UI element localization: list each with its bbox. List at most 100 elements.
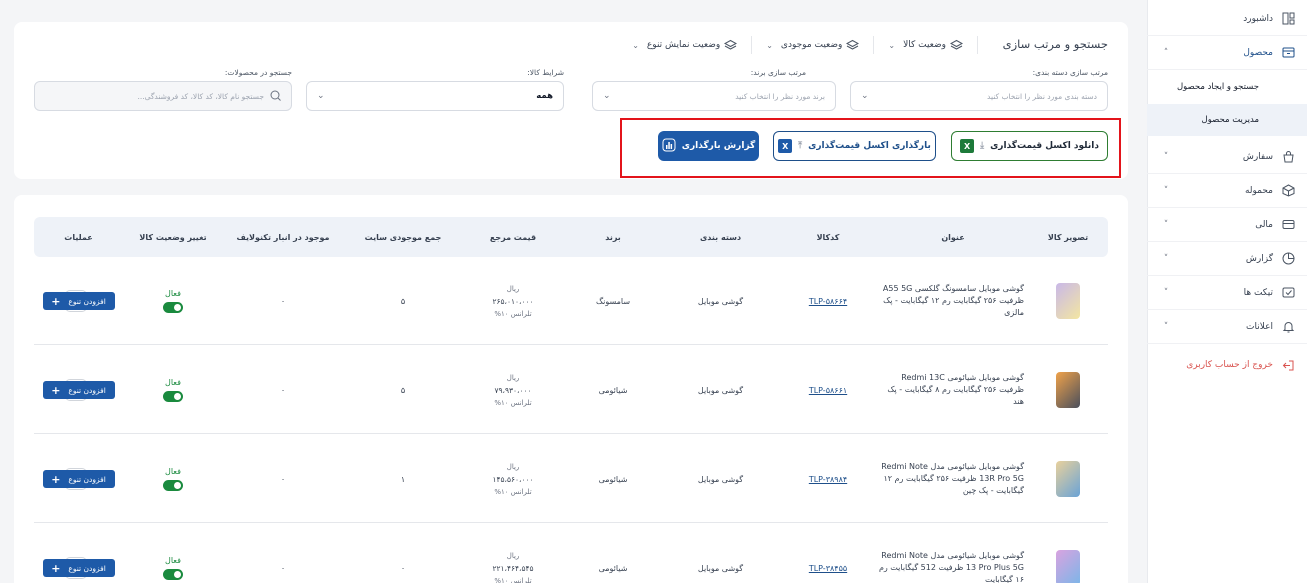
brand-cell: شیائومی <box>563 435 663 523</box>
sidebar-item-product[interactable]: محصول ˄ <box>1147 36 1307 70</box>
chevron-down-icon: ⌄ <box>888 40 896 50</box>
tab-stock-status[interactable]: وضعیت موجودی ⌄ <box>752 36 875 54</box>
brand-cell: سامسونگ <box>563 257 663 345</box>
site-stock-value: ۵ <box>400 296 406 306</box>
filter-tabs: وضعیت کالا ⌄ وضعیت موجودی ⌄ وضعیت نمایش … <box>618 36 978 54</box>
sidebar-item-label: محموله <box>1244 185 1273 196</box>
sidebar-item-notifications[interactable]: اعلانات ˅ <box>1147 310 1307 344</box>
sidebar-item-label: تیکت ها <box>1243 287 1273 298</box>
product-code-link[interactable]: TLP-۳۸۴۵۵ <box>778 524 878 583</box>
chevron-down-icon: ˅ <box>1163 219 1169 230</box>
category-text: گوشی موبایل <box>697 385 744 395</box>
add-variant-button[interactable]: افزودن تنوع + <box>42 559 115 577</box>
product-image <box>1056 283 1080 319</box>
plus-icon: + <box>51 383 61 397</box>
category-label: مرتب سازی دسته بندی: <box>1032 68 1108 77</box>
package-icon <box>1281 184 1295 198</box>
status-cell: فعال <box>123 346 223 434</box>
product-code-link[interactable]: TLP-۵۸۶۶۴ <box>778 257 878 345</box>
brand-text: شیائومی <box>598 385 628 395</box>
condition-select[interactable]: همه ⌄ <box>306 81 564 111</box>
sidebar-item-logout[interactable]: خروج از حساب کاربری <box>1147 348 1307 382</box>
search-placeholder: جستجو نام کالا، کد کالا، کد فروشندگی... <box>137 91 264 101</box>
bell-icon <box>1281 320 1295 334</box>
dashboard-icon <box>1281 12 1295 26</box>
sidebar-sub-manage-product[interactable]: مدیریت محصول <box>1147 104 1307 136</box>
table-row: ⌄ گوشی موبایل شیائومی مدل Redmi Note 13R… <box>34 435 1108 523</box>
status-toggle[interactable] <box>163 569 183 580</box>
header-price: قیمت مرجع <box>489 232 537 242</box>
status-toggle[interactable] <box>163 391 183 402</box>
title-cell: گوشی موبایل شیائومی مدل Redmi Note 13R P… <box>878 435 1028 523</box>
sidebar-sub-search-create[interactable]: جستجو و ایجاد محصول <box>1147 71 1307 103</box>
chevron-down-icon: ˅ <box>1163 287 1169 298</box>
warehouse-cell: ۰ <box>223 346 343 434</box>
product-title: گوشی موبایل شیائومی مدل Redmi Note 13R P… <box>881 462 1024 495</box>
category-cell: گوشی موبایل <box>663 346 778 434</box>
site-stock-value: ۵ <box>400 385 406 395</box>
add-variant-label: افزودن تنوع <box>68 385 106 395</box>
add-variant-button[interactable]: افزودن تنوع + <box>42 470 115 488</box>
highlight-box <box>620 118 1121 178</box>
box-icon <box>1281 46 1295 60</box>
plus-icon: + <box>51 294 61 308</box>
search-label: جستجو در محصولات: <box>224 68 292 77</box>
title-cell: گوشی موبایل سامسونگ گلکسی A55 5G ظرفیت ۲… <box>878 257 1028 345</box>
site-stock-cell: ۰ <box>343 524 463 583</box>
product-code-link[interactable]: TLP-۵۸۶۶۱ <box>778 346 878 434</box>
status-block: فعال <box>163 289 183 313</box>
title-cell: گوشی موبایل شیائومی Redmi 13C ظرفیت ۲۵۶ … <box>878 346 1028 434</box>
status-cell: فعال <box>123 257 223 345</box>
status-label: فعال <box>165 378 181 387</box>
category-text: گوشی موبایل <box>697 296 744 306</box>
price-block: ریال ۲۲۱،۴۶۴،۵۴۵ تلرانس ۱۰% <box>492 552 533 583</box>
price-block: ریال ۱۴۵،۵۶۰،۰۰۰ تلرانس ۱۰% <box>492 463 533 496</box>
add-variant-button[interactable]: افزودن تنوع + <box>42 292 115 310</box>
warehouse-cell: ۰ <box>223 524 343 583</box>
site-stock-cell: ۵ <box>343 257 463 345</box>
tab-label: وضعیت کالا <box>903 40 946 50</box>
sidebar-item-finance[interactable]: مالی ˅ <box>1147 208 1307 242</box>
chevron-down-icon: ⌄ <box>766 40 773 50</box>
status-toggle[interactable] <box>163 302 183 313</box>
currency-label: ریال <box>506 551 520 560</box>
sidebar-item-order[interactable]: سفارش ˅ <box>1147 140 1307 174</box>
category-cell: گوشی موبایل <box>663 435 778 523</box>
brand-select[interactable]: برند مورد نظر را انتخاب کنید ⌄ <box>592 81 836 111</box>
status-toggle[interactable] <box>163 480 183 491</box>
category-cell: گوشی موبایل <box>663 524 778 583</box>
sidebar-item-dashboard[interactable]: داشبورد <box>1147 2 1307 36</box>
tolerance-label: تلرانس ۱۰% <box>494 487 532 496</box>
header-status: تغییر وضعیت کالا <box>139 232 207 242</box>
tab-variant-display[interactable]: وضعیت نمایش تنوع ⌄ <box>618 36 753 54</box>
table-row: ⌄ گوشی موبایل شیائومی مدل Redmi Note 13 … <box>34 524 1108 583</box>
header-image: تصویر کالا <box>1047 232 1089 242</box>
bag-icon <box>1281 150 1295 164</box>
sidebar-item-label: مالی <box>1255 219 1273 230</box>
tolerance-label: تلرانس ۱۰% <box>494 398 532 407</box>
sidebar-item-shipment[interactable]: محموله ˅ <box>1147 174 1307 208</box>
warehouse-cell: ۰ <box>223 435 343 523</box>
product-image <box>1056 372 1080 408</box>
add-variant-button[interactable]: افزودن تنوع + <box>42 381 115 399</box>
chevron-up-icon: ˄ <box>1163 47 1169 58</box>
search-input[interactable]: جستجو نام کالا، کد کالا، کد فروشندگی... <box>34 81 292 111</box>
product-title: گوشی موبایل شیائومی مدل Redmi Note 13 Pr… <box>878 551 1024 583</box>
header-code: کدکالا <box>816 232 840 242</box>
condition-value: همه <box>536 91 553 101</box>
chevron-down-icon: ˅ <box>1163 321 1169 332</box>
brand-text: شیائومی <box>598 474 628 484</box>
tab-product-status[interactable]: وضعیت کالا ⌄ <box>874 36 978 54</box>
product-code-link[interactable]: TLP-۳۸۹۸۴ <box>778 435 878 523</box>
chevron-down-icon: ˅ <box>1163 253 1169 264</box>
status-block: فعال <box>163 467 183 491</box>
status-block: فعال <box>163 556 183 580</box>
category-cell: گوشی موبایل <box>663 257 778 345</box>
category-select[interactable]: دسته بندی مورد نظر را انتخاب کنید ⌄ <box>850 81 1108 111</box>
header-actions: عملیات <box>64 232 93 242</box>
actions-cell: افزودن تنوع + <box>34 257 123 345</box>
sidebar-item-tickets[interactable]: تیکت ها ˅ <box>1147 276 1307 310</box>
sidebar-item-report[interactable]: گزارش ˅ <box>1147 242 1307 276</box>
header-warehouse: موجود در انبار تکنولایف <box>236 232 330 242</box>
title-cell: گوشی موبایل شیائومی مدل Redmi Note 13 Pr… <box>878 524 1028 583</box>
